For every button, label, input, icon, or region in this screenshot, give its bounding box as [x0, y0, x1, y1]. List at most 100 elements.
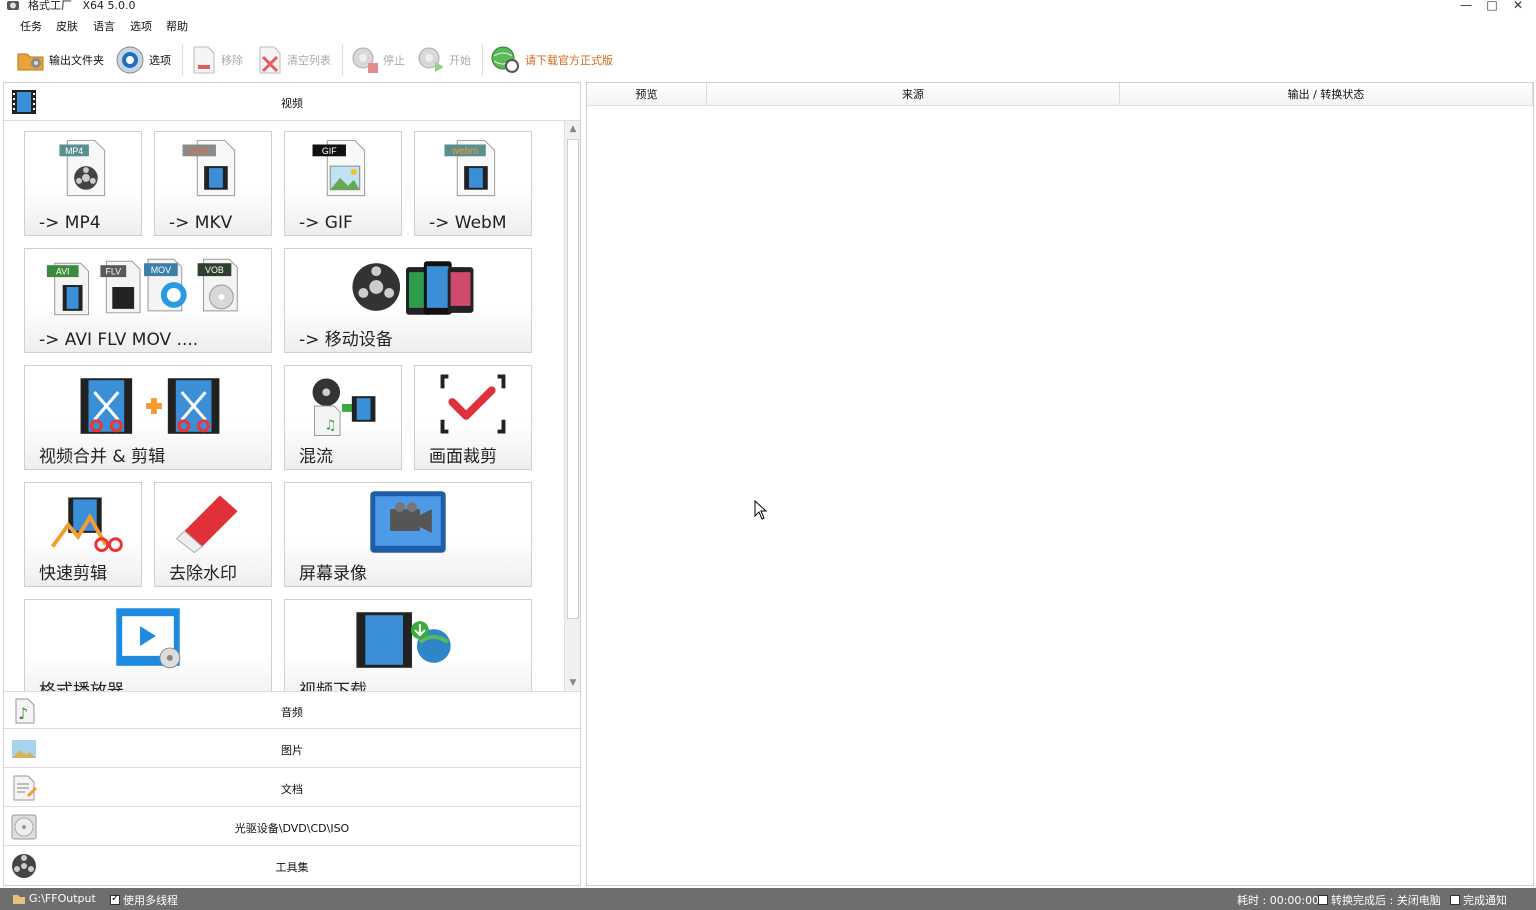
notify-check-icon[interactable] [1450, 895, 1460, 905]
tile-quick-cut[interactable]: 快速剪辑 [24, 482, 142, 587]
eraser-icon [175, 495, 238, 554]
multithread-check-icon[interactable] [110, 893, 120, 905]
window-title: 格式工厂 X64 5.0.0 [28, 0, 136, 12]
merge-cut-icon [80, 378, 220, 434]
toolbar-separator [342, 44, 343, 76]
quick-cut-icon [50, 497, 123, 553]
tile-to-avi-flv-mov-label: -> AVI FLV MOV .... [39, 330, 199, 350]
output-folder-button[interactable]: 输出文件夹 [16, 44, 104, 76]
stop-icon [352, 47, 378, 73]
category-tools[interactable]: 工具集 [4, 847, 580, 885]
category-optical-drive-label: 光驱设备\DVD\CD\ISO [234, 822, 350, 835]
tile-crop[interactable]: 画面裁剪 [414, 365, 532, 470]
tile-video-download-label: 视频下载 [299, 681, 367, 691]
svg-text:MP4: MP4 [65, 146, 83, 156]
tile-to-gif[interactable]: GIF -> GIF [284, 131, 402, 236]
output-folder-label: 输出文件夹 [49, 54, 104, 67]
stop-button[interactable]: 停止 [350, 44, 405, 76]
tile-crop-label: 画面裁剪 [429, 447, 497, 467]
vob-badge: VOB [205, 265, 224, 275]
category-optical-drive[interactable]: 光驱设备\DVD\CD\ISO [4, 808, 580, 846]
column-preview[interactable]: 预览 [587, 83, 707, 106]
menu-help[interactable]: 帮助 [166, 18, 188, 34]
multithread-checkbox[interactable]: 使用多线程 [110, 892, 178, 908]
tile-to-mp4[interactable]: MP4 -> MP4 [24, 131, 142, 236]
title-bar: 格式工厂 X64 5.0.0 — □ ✕ [0, 0, 1536, 14]
gear-icon [116, 46, 144, 74]
close-button[interactable]: ✕ [1508, 0, 1528, 12]
tile-to-avi-flv-mov[interactable]: AVI FLV MOV VOB -> AVI FLV MOV .... [24, 248, 272, 353]
output-path[interactable]: G:\FFOutput [12, 892, 96, 905]
clear-list-button[interactable]: 清空列表 [256, 44, 331, 76]
tile-to-mobile[interactable]: -> 移动设备 [284, 248, 532, 353]
avi-badge: AVI [56, 267, 70, 277]
column-output-status[interactable]: 输出 / 转换状态 [1120, 83, 1533, 106]
elapsed-time: 耗时 : 00:00:00 [1237, 892, 1319, 908]
tile-to-mp4-label: -> MP4 [39, 213, 101, 233]
remove-label: 移除 [221, 54, 243, 67]
player-icon [116, 608, 181, 669]
minimize-button[interactable]: — [1456, 0, 1476, 12]
mobile-device-icon [352, 261, 474, 315]
toolbar-separator [182, 44, 183, 76]
category-video-label: 视频 [281, 97, 303, 110]
notify-checkbox[interactable]: 完成通知 [1450, 892, 1507, 908]
function-grid-scrollbar[interactable]: ▲ ▼ [564, 121, 580, 691]
category-audio-label: 音频 [281, 706, 303, 719]
clear-list-icon [259, 46, 281, 74]
after-convert-check-icon[interactable] [1318, 895, 1328, 905]
category-video[interactable]: 视频 [4, 83, 580, 121]
globe-search-icon [491, 46, 519, 73]
category-document[interactable]: 文档 [4, 769, 580, 807]
folder-small-icon [13, 894, 25, 904]
tile-screen-record[interactable]: 屏幕录像 [284, 482, 532, 587]
after-convert-label: 转换完成后 : 关闭电脑 [1331, 894, 1441, 907]
tile-to-webm[interactable]: webm -> WebM [414, 131, 532, 236]
tile-mux[interactable]: ♫ 混流 [284, 365, 402, 470]
toolbar-separator [482, 44, 483, 76]
tile-to-gif-label: -> GIF [299, 213, 353, 233]
tile-remove-watermark[interactable]: 去除水印 [154, 482, 272, 587]
tile-remove-watermark-label: 去除水印 [169, 564, 237, 584]
start-label: 开始 [449, 54, 471, 67]
download-official-label: 请下载官方正式版 [525, 54, 613, 67]
status-bar: G:\FFOutput 使用多线程 耗时 : 00:00:00 转换完成后 : … [0, 888, 1536, 910]
menu-skin[interactable]: 皮肤 [56, 18, 78, 34]
menu-task[interactable]: 任务 [20, 18, 42, 34]
multithread-label: 使用多线程 [123, 894, 178, 907]
scrollbar-thumb[interactable] [567, 139, 579, 619]
notify-label: 完成通知 [1463, 894, 1507, 907]
menu-language[interactable]: 语言 [93, 18, 115, 34]
category-document-label: 文档 [281, 783, 303, 796]
column-source[interactable]: 来源 [707, 83, 1120, 106]
remove-button[interactable]: 移除 [190, 44, 243, 76]
folder-icon [17, 53, 44, 71]
function-panel: 视频 MP4 -> MP4 MKV -> MKV GIF -> GIF webm… [3, 82, 581, 886]
format-factory-window: 格式工厂 X64 5.0.0 — □ ✕ 任务 皮肤 语言 选项 帮助 输出文件… [0, 0, 1536, 910]
scroll-down-arrow-icon[interactable]: ▼ [565, 675, 581, 691]
tile-merge-and-cut[interactable]: 视频合并 & 剪辑 [24, 365, 272, 470]
after-convert-checkbox[interactable]: 转换完成后 : 关闭电脑 [1318, 892, 1441, 908]
multi-format-icon: AVI FLV MOV VOB [46, 258, 238, 316]
flv-badge: FLV [105, 267, 121, 277]
svg-text:♫: ♫ [324, 418, 336, 434]
tile-video-download[interactable]: 视频下载 [284, 599, 532, 691]
tile-to-mobile-label: -> 移动设备 [299, 330, 393, 350]
video-download-icon [356, 612, 451, 668]
options-button[interactable]: 选项 [114, 44, 171, 76]
tile-quick-cut-label: 快速剪辑 [39, 564, 107, 584]
maximize-button[interactable]: □ [1482, 0, 1502, 12]
category-image[interactable]: 图片 [4, 730, 580, 768]
tile-format-player[interactable]: 格式播放器 [24, 599, 272, 691]
video-function-grid: MP4 -> MP4 MKV -> MKV GIF -> GIF webm ->… [4, 121, 564, 691]
scroll-up-arrow-icon[interactable]: ▲ [565, 121, 581, 137]
start-button[interactable]: 开始 [416, 44, 471, 76]
category-audio[interactable]: ♪ 音频 [4, 691, 580, 729]
mkv-file-icon: MKV [182, 140, 236, 197]
menu-options[interactable]: 选项 [130, 18, 152, 34]
tile-to-mkv[interactable]: MKV -> MKV [154, 131, 272, 236]
tile-format-player-label: 格式播放器 [39, 681, 124, 691]
category-image-label: 图片 [281, 744, 303, 757]
clear-list-label: 清空列表 [287, 54, 331, 67]
download-official-link[interactable]: 请下载官方正式版 [488, 44, 613, 76]
